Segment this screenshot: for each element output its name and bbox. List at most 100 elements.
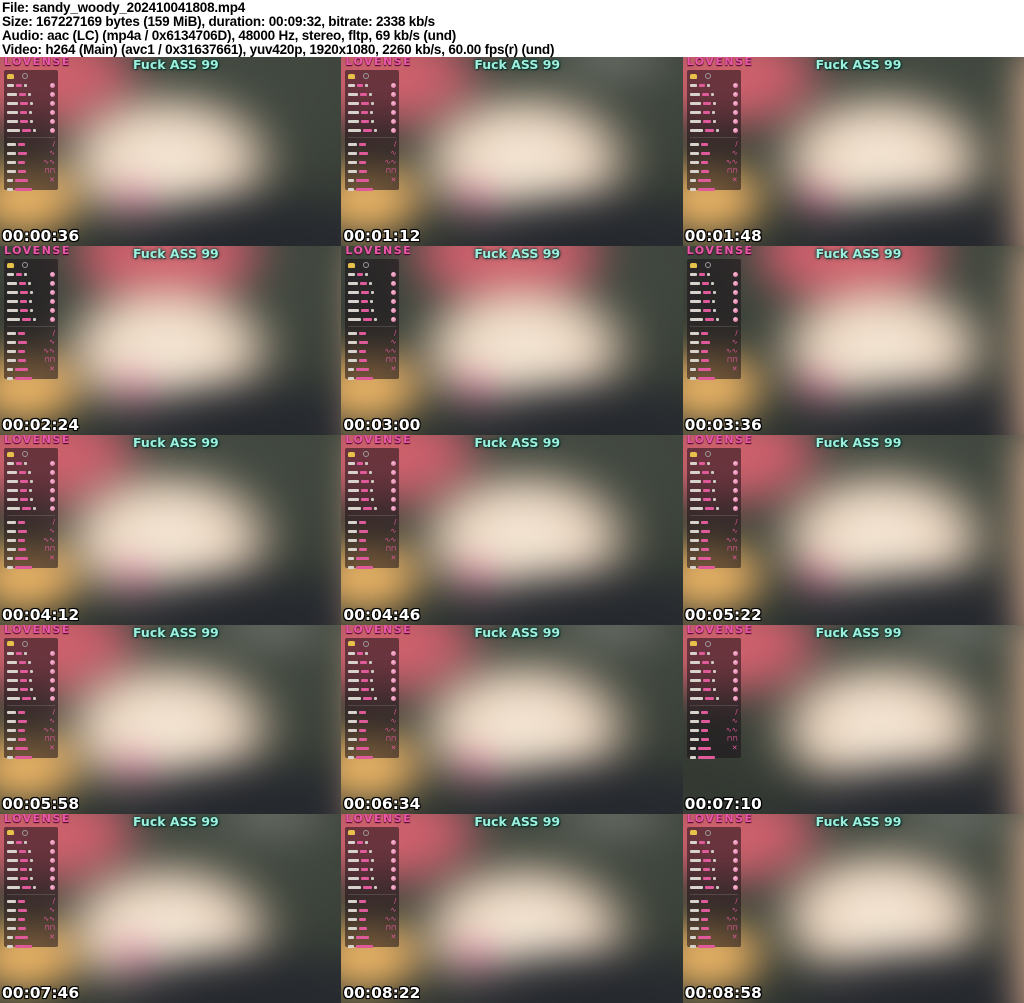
- tip-menu-row: /: [690, 897, 738, 906]
- tip-menu-row: [348, 649, 396, 658]
- stream-title: Fuck ASS 99: [816, 436, 902, 450]
- token-dot-icon: [391, 119, 396, 124]
- token-dot-icon: [50, 308, 55, 313]
- tip-menu-row: ∿∿: [348, 915, 396, 924]
- tip-menu-row: /: [348, 329, 396, 338]
- tip-menu-panel: / ∿ ∿∿ ⊓⊓ ✕: [687, 827, 741, 947]
- token-dot-icon: [391, 110, 396, 115]
- token-dot-icon: [50, 470, 55, 475]
- crown-icon: [348, 263, 355, 268]
- token-dot-icon: [733, 651, 738, 656]
- tip-menu-row: [348, 847, 396, 856]
- tip-menu-row: ⊓⊓: [690, 167, 738, 176]
- token-dot-icon: [733, 660, 738, 665]
- tip-menu-row: ∿: [7, 527, 55, 536]
- tip-menu-row: [7, 649, 55, 658]
- tip-menu-row: ✕: [7, 744, 55, 753]
- timestamp-overlay: 00:00:36: [2, 228, 79, 244]
- tip-menu-panel: / ∿ ∿∿ ⊓⊓ ✕: [687, 638, 741, 758]
- token-dot-icon: [391, 876, 396, 881]
- tip-menu-row: [348, 126, 396, 135]
- tip-menu-row: ∿: [690, 149, 738, 158]
- vibration-wave-icon: ∿: [49, 718, 55, 725]
- vibration-wave-icon: ⊓⊓: [385, 168, 396, 175]
- tip-menu-row: [7, 315, 55, 324]
- tip-menu-row: [348, 667, 396, 676]
- tip-menu-row: [348, 288, 396, 297]
- tip-menu-row: [348, 374, 396, 383]
- vibration-wave-icon: ∿∿: [726, 727, 738, 734]
- timestamp-overlay: 00:04:12: [2, 607, 79, 623]
- token-dot-icon: [391, 83, 396, 88]
- lovense-logo: LOVENSE: [687, 814, 754, 825]
- token-dot-icon: [50, 876, 55, 881]
- tip-menu-row: ∿: [690, 338, 738, 347]
- lovense-logo: LOVENSE: [687, 57, 754, 68]
- token-circle-icon: [363, 73, 369, 79]
- timestamp-overlay: 00:02:24: [2, 417, 79, 433]
- tip-menu-row: [7, 288, 55, 297]
- token-dot-icon: [391, 299, 396, 304]
- vibration-wave-icon: ✕: [390, 934, 396, 941]
- tip-menu-row: [7, 81, 55, 90]
- vibration-wave-icon: ∿: [49, 907, 55, 914]
- tip-menu-row: ∿∿: [7, 158, 55, 167]
- tip-menu-row: [7, 865, 55, 874]
- tip-menu-row: [7, 374, 55, 383]
- vibration-wave-icon: ⊓⊓: [44, 168, 55, 175]
- tip-menu-row: /: [7, 518, 55, 527]
- token-dot-icon: [733, 858, 738, 863]
- tip-menu-row: [348, 486, 396, 495]
- token-dot-icon: [733, 669, 738, 674]
- vibration-wave-icon: ∿: [732, 339, 738, 346]
- timestamp-overlay: 00:01:48: [685, 228, 762, 244]
- tip-menu-row: ∿: [690, 717, 738, 726]
- token-dot-icon: [50, 83, 55, 88]
- token-dot-icon: [733, 299, 738, 304]
- timestamp-overlay: 00:08:22: [343, 985, 420, 1001]
- lovense-logo: LOVENSE: [4, 435, 71, 446]
- token-circle-icon: [705, 451, 711, 457]
- vibration-wave-icon: ∿∿: [385, 348, 397, 355]
- token-dot-icon: [733, 885, 738, 890]
- token-dot-icon: [50, 696, 55, 701]
- token-dot-icon: [391, 470, 396, 475]
- token-dot-icon: [50, 461, 55, 466]
- lovense-logo: LOVENSE: [345, 435, 412, 446]
- token-dot-icon: [50, 867, 55, 872]
- tip-menu-row: [690, 676, 738, 685]
- vibration-wave-icon: /: [394, 519, 396, 526]
- timestamp-overlay: 00:04:46: [343, 607, 420, 623]
- tip-menu-row: [348, 297, 396, 306]
- token-dot-icon: [391, 461, 396, 466]
- video-thumbnail: / ∿ ∿∿ ⊓⊓ ✕ LOVENSE Fuck ASS 99 00:07:10: [683, 625, 1024, 814]
- lovense-logo: LOVENSE: [687, 625, 754, 636]
- tip-menu-panel: / ∿ ∿∿ ⊓⊓ ✕: [345, 259, 399, 379]
- tip-menu-row: ⊓⊓: [348, 545, 396, 554]
- tip-menu-row: [690, 185, 738, 194]
- token-dot-icon: [391, 867, 396, 872]
- tip-menu-row: ✕: [690, 176, 738, 185]
- crown-icon: [7, 74, 14, 79]
- tip-menu-row: [348, 279, 396, 288]
- tip-menu-row: [690, 874, 738, 883]
- tip-menu-row: /: [690, 329, 738, 338]
- token-dot-icon: [733, 678, 738, 683]
- vibration-wave-icon: ⊓⊓: [44, 357, 55, 364]
- tip-menu-row: [348, 676, 396, 685]
- token-dot-icon: [391, 92, 396, 97]
- tip-menu-row: /: [348, 518, 396, 527]
- vibration-wave-icon: ∿∿: [385, 727, 397, 734]
- tip-menu-row: [690, 99, 738, 108]
- token-dot-icon: [50, 678, 55, 683]
- token-dot-icon: [733, 110, 738, 115]
- crown-icon: [7, 452, 14, 457]
- tip-menu-row: [690, 667, 738, 676]
- tip-menu-row: /: [690, 708, 738, 717]
- vibration-wave-icon: /: [394, 709, 396, 716]
- tip-menu-row: ⊓⊓: [7, 167, 55, 176]
- vibration-wave-icon: ⊓⊓: [727, 736, 738, 743]
- lovense-logo: LOVENSE: [345, 625, 412, 636]
- tip-menu-panel: / ∿ ∿∿ ⊓⊓ ✕: [687, 259, 741, 379]
- vibration-wave-icon: ⊓⊓: [385, 736, 396, 743]
